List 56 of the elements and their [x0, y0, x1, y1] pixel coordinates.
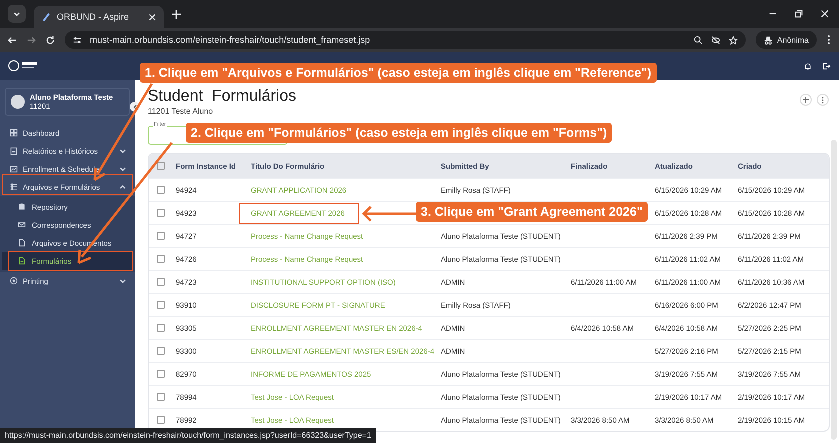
close-icon[interactable]: [821, 10, 829, 18]
page-icon: [42, 12, 51, 22]
instruction-tooltip: 3. Clique em "Grant Agreement 2026": [416, 202, 648, 222]
row-checkbox[interactable]: [157, 370, 165, 378]
row-checkbox[interactable]: [157, 347, 165, 355]
tab-search-button[interactable]: [8, 5, 26, 23]
zoom-icon[interactable]: [694, 36, 704, 44]
new-tab-icon[interactable]: [172, 10, 181, 18]
logo-icon: [8, 59, 38, 73]
calendar-icon: [10, 165, 18, 173]
row-checkbox[interactable]: [157, 393, 165, 401]
envelope-icon: [18, 221, 26, 229]
clipboard-icon: [10, 147, 18, 155]
restore-icon[interactable]: [795, 10, 803, 18]
plus-icon: [803, 97, 809, 103]
star-icon[interactable]: [729, 36, 738, 44]
back-icon[interactable]: [8, 36, 17, 44]
page-title: Student Formulários: [148, 88, 297, 106]
printer-icon: [10, 277, 18, 285]
scrollbar[interactable]: [831, 140, 837, 440]
row-checkbox[interactable]: [157, 232, 165, 240]
grid-icon: [10, 129, 18, 137]
browser-tab[interactable]: ORBUND - Aspire: [34, 6, 164, 28]
page-subtitle: 11201 Teste Aluno: [148, 107, 214, 116]
site-settings-icon[interactable]: [73, 36, 82, 44]
chevron-icon: [132, 104, 138, 110]
logout-icon[interactable]: [822, 62, 831, 70]
instruction-tooltip: 2. Clique em "Formulários" (caso esteja em inglês clique em "Forms"): [186, 123, 612, 143]
row-checkbox[interactable]: [157, 324, 165, 332]
row-checkbox[interactable]: [157, 255, 165, 263]
bell-icon[interactable]: [804, 62, 812, 70]
eye-slash-icon[interactable]: [711, 36, 722, 44]
list-icon: [10, 183, 18, 191]
forward-icon[interactable]: [27, 36, 36, 44]
avatar: [11, 95, 25, 109]
select-all-checkbox[interactable]: [157, 162, 165, 170]
row-checkbox[interactable]: [157, 209, 165, 217]
address-bar[interactable]: must-main.orbundsis.com/einstein-freshair/touch/student_frameset.jsp: [65, 31, 746, 49]
form-icon: [18, 257, 26, 265]
add-button[interactable]: [800, 94, 812, 106]
row-checkbox[interactable]: [157, 278, 165, 286]
menu-icon[interactable]: [827, 35, 831, 45]
status-url-tooltip: https://must-main.orbundsis.com/einstein-freshair/touch/form_instances.jsp?userId=66323&userType=1: [0, 428, 376, 443]
more-button[interactable]: [817, 94, 829, 106]
chevron-icon: [13, 10, 21, 18]
row-checkbox[interactable]: [157, 186, 165, 194]
row-checkbox[interactable]: [157, 416, 165, 424]
close-icon[interactable]: [149, 14, 156, 20]
row-checkbox[interactable]: [157, 301, 165, 309]
database-icon: [18, 203, 26, 211]
instruction-tooltip: 1. Clique em "Arquivos e Formulários" (caso esteja em inglês clique em "Reference"): [140, 63, 657, 83]
reload-icon[interactable]: [46, 36, 55, 44]
profile-button[interactable]: Anônima: [756, 31, 817, 49]
document-icon: [18, 239, 26, 247]
arrow: [361, 206, 417, 222]
incognito-icon: [764, 36, 774, 44]
